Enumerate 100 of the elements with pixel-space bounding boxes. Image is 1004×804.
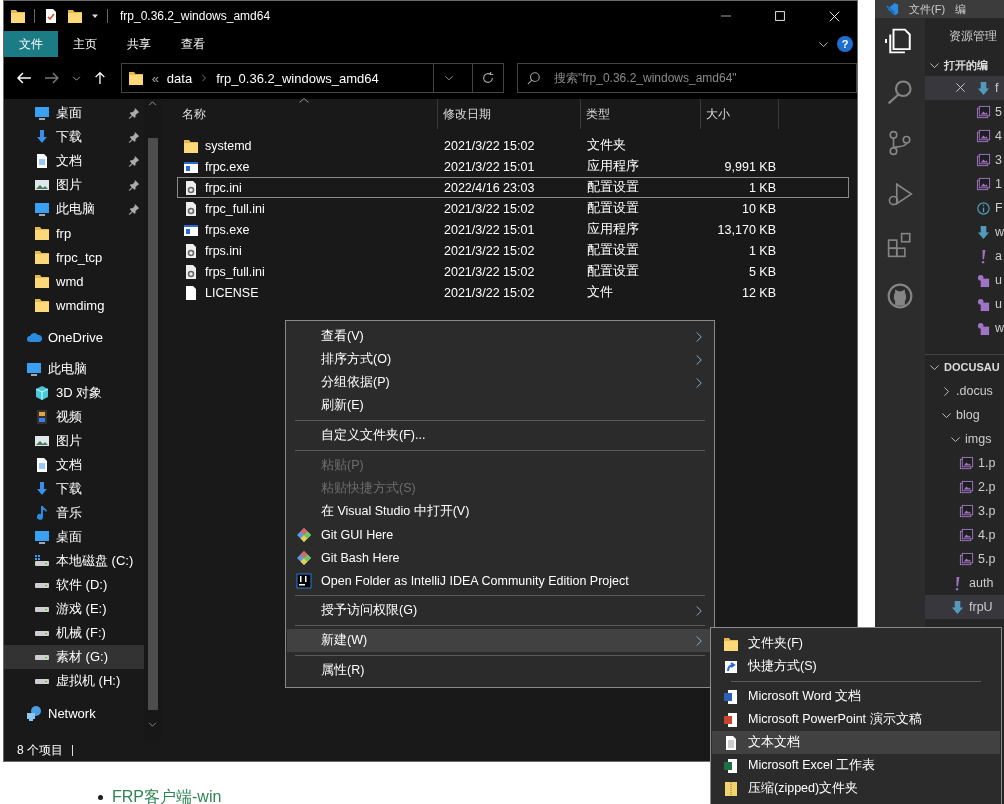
- file-row[interactable]: frps.ini 2021/3/22 15:02 配置设置 1 KB: [177, 240, 849, 261]
- editor-item[interactable]: F: [925, 196, 1004, 220]
- editor-item[interactable]: 1: [925, 172, 1004, 196]
- ribbon-tab[interactable]: 共享: [112, 31, 166, 57]
- maximize-icon[interactable]: [775, 11, 785, 21]
- editor-item[interactable]: 4: [925, 124, 1004, 148]
- editor-item[interactable]: u: [925, 292, 1004, 316]
- section-header[interactable]: 打开的编: [925, 54, 1004, 76]
- files-icon[interactable]: [887, 28, 913, 54]
- refresh-icon[interactable]: [481, 71, 495, 85]
- menu-item[interactable]: Open Folder as IntelliJ IDEA Community Edition Project: [287, 569, 713, 592]
- tree-item[interactable]: .docus: [925, 379, 1004, 403]
- address-bar[interactable]: « data frp_0.36.2_windows_amd64: [120, 63, 504, 93]
- menu-item[interactable]: 在 Visual Studio 中打开(V): [287, 500, 713, 523]
- nav-item[interactable]: 机械 (F:): [4, 621, 144, 645]
- tree-item[interactable]: frpU: [925, 595, 1004, 619]
- editor-item[interactable]: 3: [925, 148, 1004, 172]
- nav-item[interactable]: frp: [4, 221, 144, 245]
- editor-item[interactable]: 5: [925, 100, 1004, 124]
- ribbon-tab[interactable]: 查看: [166, 31, 220, 57]
- file-row[interactable]: frpc.exe 2021/3/22 15:01 应用程序 9,991 KB: [177, 156, 849, 177]
- menu-item[interactable]: 属性(R): [287, 659, 713, 682]
- nav-item[interactable]: 视频: [4, 405, 144, 429]
- search-field[interactable]: 搜索"frp_0.36.2_windows_amd64": [517, 63, 857, 93]
- dropdown-icon[interactable]: [444, 73, 454, 83]
- menu-item[interactable]: 编: [955, 1, 967, 17]
- tree-item[interactable]: 4.p: [925, 523, 1004, 547]
- menu-item[interactable]: 排序方式(O): [287, 348, 713, 371]
- menu-item[interactable]: Microsoft Excel 工作表: [712, 754, 1000, 777]
- section-header[interactable]: DOCUSAU: [925, 354, 1004, 379]
- nav-item[interactable]: 此电脑: [4, 357, 144, 381]
- breadcrumb-item[interactable]: data: [166, 70, 193, 86]
- file-row[interactable]: frps.exe 2021/3/22 15:01 应用程序 13,170 KB: [177, 219, 849, 240]
- tree-item[interactable]: blog: [925, 403, 1004, 427]
- nav-item[interactable]: 3D 对象: [4, 381, 144, 405]
- menu-item[interactable]: Microsoft Word 文档: [712, 685, 1000, 708]
- menu-item[interactable]: 查看(V): [287, 325, 713, 348]
- scroll-down-icon[interactable]: [148, 720, 157, 729]
- menu-item[interactable]: 自定义文件夹(F)...: [287, 424, 713, 447]
- caret-down-icon[interactable]: [91, 12, 99, 20]
- nav-item[interactable]: 音乐: [4, 501, 144, 525]
- breadcrumb-overflow[interactable]: «: [151, 70, 159, 86]
- column-header[interactable]: 类型: [581, 99, 701, 129]
- editor-item[interactable]: u: [925, 268, 1004, 292]
- tree-item[interactable]: imgs: [925, 427, 1004, 451]
- scrollbar-thumb[interactable]: [147, 138, 158, 710]
- tree-item[interactable]: 5.p: [925, 547, 1004, 571]
- nav-item[interactable]: OneDrive: [4, 325, 144, 349]
- menu-item[interactable]: 文件(F): [909, 1, 946, 17]
- menu-item[interactable]: 分组依据(P): [287, 371, 713, 394]
- forward-icon[interactable]: [43, 70, 60, 86]
- link[interactable]: FRP客户端-win: [112, 787, 222, 804]
- file-row[interactable]: frpc.ini 2022/4/16 23:03 配置设置 1 KB: [177, 177, 849, 198]
- nav-item[interactable]: 本地磁盘 (C:): [4, 549, 144, 573]
- nav-item[interactable]: Network: [4, 701, 144, 725]
- nav-item[interactable]: 软件 (D:): [4, 573, 144, 597]
- menu-item[interactable]: Git GUI Here: [287, 523, 713, 546]
- menu-item[interactable]: Git Bash Here: [287, 546, 713, 569]
- folder-icon[interactable]: [67, 8, 83, 24]
- scroll-up-icon[interactable]: [148, 99, 157, 108]
- up-icon[interactable]: [92, 70, 107, 86]
- source-control-icon[interactable]: [887, 130, 913, 156]
- help-button[interactable]: ?: [837, 36, 853, 52]
- nav-item[interactable]: 桌面: [4, 101, 144, 125]
- nav-item[interactable]: wmd: [4, 269, 144, 293]
- menu-item[interactable]: 文本文档: [712, 731, 1000, 754]
- menu-item[interactable]: Microsoft PowerPoint 演示文稿: [712, 708, 1000, 731]
- file-row[interactable]: frpc_full.ini 2021/3/22 15:02 配置设置 10 KB: [177, 198, 849, 219]
- nav-item[interactable]: 下载: [4, 477, 144, 501]
- close-icon[interactable]: [955, 82, 966, 93]
- file-row[interactable]: systemd 2021/3/22 15:02 文件夹: [177, 135, 849, 156]
- file-row[interactable]: LICENSE 2021/3/22 15:02 文件 12 KB: [177, 282, 849, 303]
- nav-item[interactable]: 图片: [4, 429, 144, 453]
- editor-item[interactable]: w: [925, 220, 1004, 244]
- nav-item[interactable]: wmdimg: [4, 293, 144, 317]
- nav-item[interactable]: 图片: [4, 173, 144, 197]
- column-header[interactable]: 修改日期: [438, 99, 581, 129]
- tree-item[interactable]: 2.p: [925, 475, 1004, 499]
- ribbon-tab[interactable]: 文件: [4, 31, 58, 57]
- run-debug-icon[interactable]: [887, 181, 913, 207]
- menu-item[interactable]: 新建(W): [287, 629, 713, 652]
- recent-caret-icon[interactable]: [71, 73, 81, 83]
- tree-item[interactable]: 1.p: [925, 451, 1004, 475]
- file-row[interactable]: frps_full.ini 2021/3/22 15:02 配置设置 5 KB: [177, 261, 849, 282]
- tree-item[interactable]: auth: [925, 571, 1004, 595]
- nav-item[interactable]: 此电脑: [4, 197, 144, 221]
- menu-item[interactable]: 刷新(E): [287, 394, 713, 417]
- nav-item[interactable]: 虚拟机 (H:): [4, 669, 144, 693]
- menu-item[interactable]: 文件夹(F): [712, 632, 1000, 655]
- breadcrumb-item[interactable]: frp_0.36.2_windows_amd64: [216, 70, 379, 86]
- extensions-icon[interactable]: [887, 232, 913, 258]
- search-icon[interactable]: [887, 79, 913, 105]
- column-header[interactable]: 名称: [177, 99, 438, 129]
- ribbon-tab[interactable]: 主页: [58, 31, 112, 57]
- checklist-icon[interactable]: [43, 8, 59, 24]
- menu-item[interactable]: 压缩(zipped)文件夹: [712, 777, 1000, 800]
- tree-item[interactable]: 3.p: [925, 499, 1004, 523]
- nav-item[interactable]: 文档: [4, 149, 144, 173]
- editor-item[interactable]: a: [925, 244, 1004, 268]
- nav-item[interactable]: 文档: [4, 453, 144, 477]
